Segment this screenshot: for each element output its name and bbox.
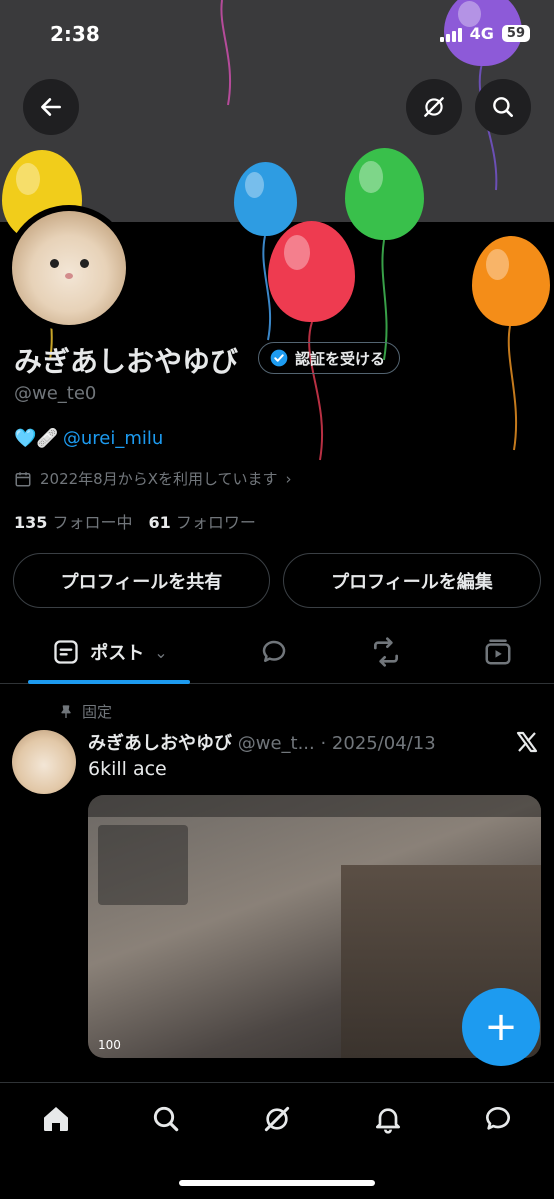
bio-emoji: 🩵🩹 (14, 428, 59, 449)
follow-stats: 135 フォロー中 61 フォロワー (14, 509, 256, 533)
tab-posts[interactable]: ポスト ⌄ (40, 622, 180, 682)
arrow-left-icon (41, 98, 61, 116)
game-hud-top (88, 795, 541, 817)
active-tab-indicator (28, 680, 190, 684)
bell-icon (376, 1108, 400, 1134)
following-link[interactable]: 135 フォロー中 (14, 509, 133, 533)
joined-label: 2022年8月からXを利用しています (40, 470, 278, 488)
share-profile-button[interactable]: プロフィールを共有 (13, 553, 270, 608)
search-icon (493, 97, 513, 117)
home-indicator (179, 1180, 375, 1186)
verified-badge-icon (270, 349, 288, 367)
grok-icon (424, 97, 444, 117)
posts-icon (54, 640, 78, 664)
tab-posts-label: ポスト (90, 643, 145, 664)
followers-link[interactable]: 61 フォロワー (149, 509, 256, 533)
tab-media[interactable] (478, 622, 518, 682)
back-button[interactable] (23, 79, 79, 135)
red-balloon (268, 221, 355, 322)
followers-count: 61 (148, 513, 171, 532)
repost-icon (374, 637, 398, 667)
compose-post-button[interactable]: + (462, 988, 540, 1066)
nav-search[interactable] (146, 1099, 186, 1139)
orange-balloon (472, 236, 550, 326)
signal-icon (439, 26, 462, 42)
calendar-icon (15, 471, 31, 486)
nav-grok[interactable] (257, 1099, 297, 1139)
battery-icon: 59 (501, 25, 530, 42)
search-button[interactable] (475, 79, 531, 135)
home-icon (44, 1107, 68, 1131)
followers-label: フォロワー (175, 513, 256, 532)
post-author-name[interactable]: みぎあしおやゆび (88, 733, 232, 754)
edit-profile-button[interactable]: プロフィールを編集 (283, 553, 541, 608)
grok-icon (264, 1106, 290, 1132)
nav-notifications[interactable] (368, 1099, 408, 1139)
post-author-meta: @we_t... · 2025/04/13 (237, 733, 436, 754)
post-text: 6kill ace (88, 758, 167, 780)
display-name: みぎあしおやゆび (14, 345, 239, 378)
game-minimap (98, 825, 188, 905)
status-bar: 2:38 4G 59 (0, 0, 554, 70)
chevron-right-icon: › (285, 469, 292, 488)
blue-balloon (234, 162, 297, 236)
profile-tabs: ポスト ⌄ (0, 622, 554, 684)
chevron-down-icon: ⌄ (154, 642, 168, 662)
reply-icon (262, 640, 286, 662)
network-type: 4G (469, 24, 494, 43)
bio: 🩵🩹 @urei_milu (14, 428, 163, 449)
tab-replies[interactable] (254, 622, 294, 682)
get-verified-label: 認証を受ける (295, 349, 386, 368)
user-handle: @we_te0 (14, 383, 97, 404)
chat-icon (486, 1107, 510, 1130)
avatar-nose (65, 273, 73, 279)
post-author-avatar[interactable] (12, 730, 76, 794)
pinned-indicator: 固定 (58, 701, 112, 722)
following-label: フォロー中 (52, 513, 133, 532)
pin-icon (61, 704, 71, 718)
green-balloon (345, 148, 424, 240)
nav-home[interactable] (36, 1099, 76, 1139)
post-header: みぎあしおやゆび @we_t... · 2025/04/13 (88, 729, 436, 755)
avatar-eye (50, 259, 59, 268)
following-count: 135 (14, 513, 48, 532)
status-time: 2:38 (50, 22, 100, 46)
joined-date[interactable]: 2022年8月からXを利用しています › (14, 468, 292, 489)
status-indicators: 4G 59 (439, 24, 530, 43)
media-icon (485, 639, 511, 665)
grok-button[interactable] (406, 79, 462, 135)
bio-mention-link[interactable]: @urei_milu (63, 428, 163, 449)
profile-avatar[interactable] (6, 205, 132, 331)
tab-reposts[interactable] (366, 622, 406, 682)
avatar-eye (80, 259, 89, 268)
avatar (12, 211, 126, 325)
get-verified-button[interactable]: 認証を受ける (258, 342, 401, 374)
search-icon (153, 1106, 179, 1132)
game-hud-health: 100 (98, 1038, 121, 1052)
nav-messages[interactable] (478, 1099, 518, 1139)
x-logo-icon[interactable] (514, 730, 540, 754)
pinned-label: 固定 (82, 703, 113, 721)
